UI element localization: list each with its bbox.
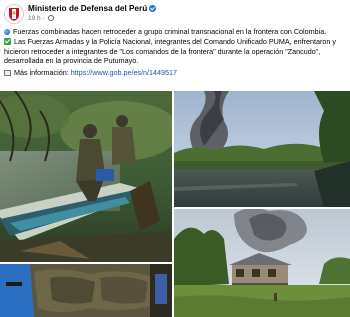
seized-equipment-image xyxy=(0,264,172,317)
page-avatar[interactable] xyxy=(4,4,24,24)
verified-badge-icon xyxy=(149,5,157,12)
post-line-3: Más información: https://www.gob.pe/es/n… xyxy=(4,68,348,78)
check-mark-emoji-icon xyxy=(4,37,11,45)
post-timestamp[interactable]: 19 h xyxy=(28,15,41,22)
river-smoke-image xyxy=(174,91,350,207)
photo-soldiers-boat[interactable] xyxy=(0,91,172,262)
author-name[interactable]: Ministerio de Defensa del Perú xyxy=(28,4,157,13)
more-info-link[interactable]: https://www.gob.pe/es/n/1449517 xyxy=(71,68,177,77)
soldiers-boat-image xyxy=(0,91,172,262)
post-meta: 19 h · xyxy=(28,15,55,22)
author-name-text[interactable]: Ministerio de Defensa del Perú xyxy=(28,4,147,13)
post-line-1: Fuerzas combinadas hacen retroceder a gr… xyxy=(4,27,348,37)
public-audience-icon xyxy=(48,15,55,21)
photo-river-smoke[interactable] xyxy=(174,91,350,207)
more-info-label: Más información: xyxy=(14,68,69,78)
ministry-logo-icon xyxy=(5,5,23,23)
photo-house-smoke[interactable] xyxy=(174,209,350,317)
link-emoji-icon xyxy=(4,70,11,77)
house-smoke-image xyxy=(174,209,350,317)
globe-emoji-icon xyxy=(4,29,10,35)
photo-seized-equipment[interactable] xyxy=(0,264,172,317)
post-header: Ministerio de Defensa del Perú 19 h · xyxy=(4,3,344,25)
facebook-post: Ministerio de Defensa del Perú 19 h · Fu… xyxy=(0,0,350,317)
post-text: Fuerzas combinadas hacen retroceder a gr… xyxy=(4,27,348,78)
post-line-2-text: Las Fuerzas Armadas y la Policía Naciona… xyxy=(4,36,337,66)
photo-grid xyxy=(0,91,350,317)
post-line-1-text: Fuerzas combinadas hacen retroceder a gr… xyxy=(13,27,327,36)
post-line-2: Las Fuerzas Armadas y la Policía Naciona… xyxy=(4,37,348,66)
